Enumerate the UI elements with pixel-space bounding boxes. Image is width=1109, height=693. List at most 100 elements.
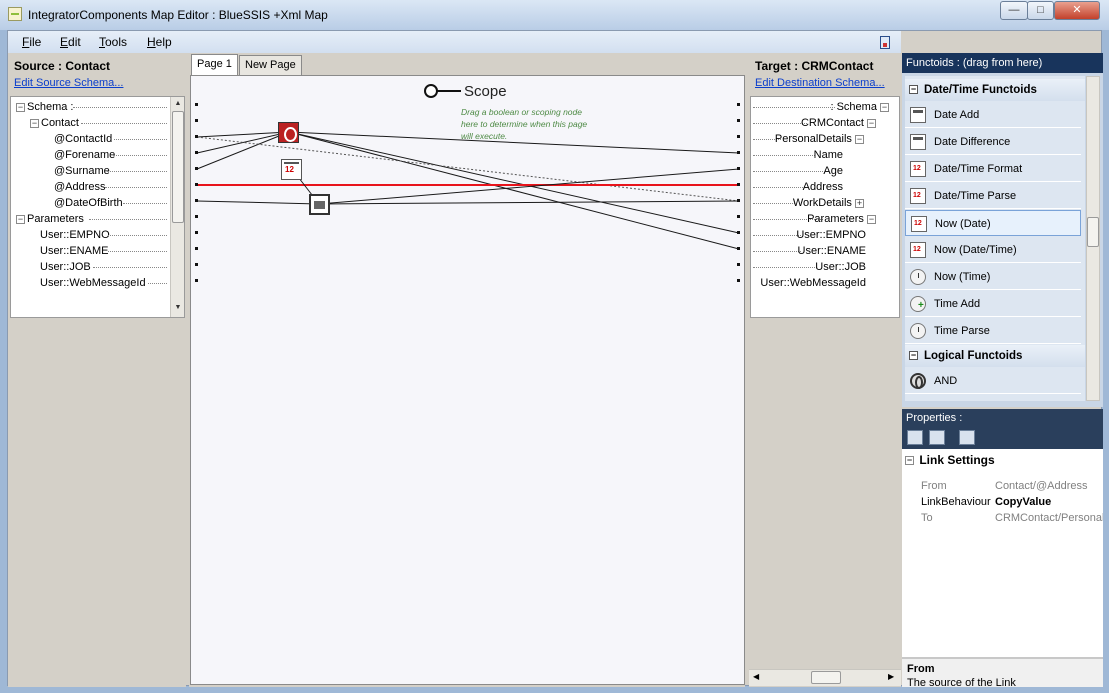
functoid-time-add[interactable]: Time Add — [905, 291, 1081, 317]
collapse-icon[interactable]: − — [867, 214, 876, 224]
functoid-now-time[interactable]: Now (Time) — [905, 264, 1081, 290]
property-from[interactable]: From Contact/@Address — [916, 478, 1103, 494]
source-node-job[interactable]: User::JOB — [40, 259, 91, 275]
collapse-icon[interactable]: − — [905, 456, 914, 466]
link-loop-empno[interactable] — [288, 131, 740, 234]
edit-destination-schema-link[interactable]: Edit Destination Schema... — [755, 77, 885, 89]
target-node-empno[interactable]: User::EMPNO — [796, 227, 866, 243]
looping-functoid-icon[interactable] — [278, 122, 299, 143]
tree-leader — [753, 235, 801, 236]
collapse-icon[interactable]: − — [880, 102, 889, 112]
link-dob-format[interactable] — [196, 200, 320, 205]
target-node-address[interactable]: Address — [803, 179, 843, 195]
categorized-icon[interactable] — [907, 430, 923, 445]
mapper-icon[interactable] — [880, 36, 890, 49]
target-tree: : Schema − CRMContact − PersonalDetails … — [750, 96, 900, 318]
link-contactid-loop[interactable] — [196, 131, 290, 138]
scroll-down-icon[interactable]: ▼ — [172, 302, 184, 314]
source-node-address[interactable]: @Address — [54, 179, 106, 195]
source-node-parameters[interactable]: − Parameters — [16, 211, 84, 227]
target-node-name[interactable]: Name — [814, 147, 843, 163]
property-pages-icon[interactable] — [959, 430, 975, 445]
target-node-parameters[interactable]: Parameters − — [807, 211, 878, 227]
source-node-ename[interactable]: User::ENAME — [40, 243, 108, 259]
close-button[interactable]: ✕ — [1054, 1, 1100, 20]
scroll-left-icon[interactable]: ◀ — [753, 672, 759, 681]
tree-leader — [123, 203, 167, 204]
target-node-age[interactable]: Age — [823, 163, 843, 179]
source-node-empno[interactable]: User::EMPNO — [40, 227, 110, 243]
date-format-functoid-icon[interactable] — [309, 194, 330, 215]
menu-bar: File Edit Tools Help — [8, 31, 901, 53]
menu-edit[interactable]: Edit — [60, 35, 81, 49]
scroll-thumb[interactable] — [811, 671, 841, 684]
collapse-icon[interactable]: − — [855, 134, 864, 144]
property-to[interactable]: To CRMContact/PersonalDetails/Address — [916, 510, 1103, 526]
menu-tools[interactable]: Tools — [99, 35, 127, 49]
functoid-list: − Date/Time Functoids Date Add Date Diff… — [905, 76, 1085, 401]
source-node-surname[interactable]: @Surname — [54, 163, 110, 179]
source-node-forename[interactable]: @Forename — [54, 147, 115, 163]
functoid-date-add[interactable]: Date Add — [905, 102, 1081, 128]
tab-new-page[interactable]: New Page — [239, 55, 302, 75]
source-node-schema[interactable]: − Schema : — [16, 99, 73, 115]
tree-leader — [93, 267, 167, 268]
scroll-right-icon[interactable]: ▶ — [888, 672, 894, 681]
collapse-icon[interactable]: − — [909, 351, 918, 360]
maximize-button[interactable]: □ — [1027, 1, 1054, 20]
category-date-time[interactable]: − Date/Time Functoids — [905, 79, 1085, 101]
functoid-now-date[interactable]: Now (Date) — [905, 210, 1081, 236]
source-node-dateofbirth[interactable]: @DateOfBirth — [54, 195, 123, 211]
target-node-webmessageid[interactable]: User::WebMessageId — [760, 275, 866, 291]
collapse-icon[interactable]: − — [16, 102, 25, 112]
functoid-time-parse[interactable]: Time Parse — [905, 318, 1081, 344]
alphabetical-sort-icon[interactable] — [929, 430, 945, 445]
tab-page-1[interactable]: Page 1 — [191, 54, 238, 75]
functoid-date-time-parse[interactable]: Date/Time Parse — [905, 183, 1081, 209]
functoid-scrollbar[interactable] — [1086, 76, 1100, 401]
source-node-contactid[interactable]: @ContactId — [54, 131, 112, 147]
collapse-icon[interactable]: − — [909, 85, 918, 94]
scroll-thumb[interactable] — [172, 111, 184, 223]
link-settings-category[interactable]: − Link Settings — [905, 453, 995, 467]
source-node-contact[interactable]: − Contact — [30, 115, 79, 131]
calendar-12-icon — [910, 242, 926, 258]
tree-leader — [753, 107, 835, 108]
source-node-webmessageid[interactable]: User::WebMessageId — [40, 275, 146, 291]
link-format-workdetails[interactable] — [318, 200, 740, 205]
link-surname-loop[interactable] — [196, 131, 290, 170]
functoid-date-difference[interactable]: Date Difference — [905, 129, 1081, 155]
tree-leader — [753, 251, 801, 252]
now-date-functoid-icon[interactable] — [281, 159, 302, 180]
target-hscrollbar[interactable]: ◀ ▶ — [749, 669, 901, 686]
category-logical[interactable]: − Logical Functoids — [905, 345, 1085, 367]
link-format-age[interactable] — [318, 168, 740, 205]
minimize-button[interactable]: — — [1000, 1, 1028, 20]
target-node-crmcontact[interactable]: CRMContact − — [801, 115, 878, 131]
collapse-icon[interactable]: − — [16, 214, 25, 224]
target-node-personaldetails[interactable]: PersonalDetails − — [775, 131, 866, 147]
collapse-icon[interactable]: − — [867, 118, 876, 128]
target-node-job[interactable]: User::JOB — [815, 259, 866, 275]
menu-help[interactable]: Help — [147, 35, 172, 49]
scroll-up-icon[interactable]: ▲ — [172, 98, 184, 110]
mapping-canvas[interactable]: Scope Drag a boolean or scoping node her… — [190, 75, 745, 685]
collapse-icon[interactable]: − — [30, 118, 39, 128]
scroll-thumb[interactable] — [1087, 217, 1099, 247]
target-node-ename[interactable]: User::ENAME — [798, 243, 866, 259]
menu-file[interactable]: File — [22, 35, 41, 49]
property-linkbehaviour[interactable]: LinkBehaviour CopyValue — [916, 494, 1103, 510]
functoid-date-time-format[interactable]: Date/Time Format — [905, 156, 1081, 182]
functoids-panel: Functoids : (drag from here) − Date/Time… — [902, 53, 1103, 407]
property-description: From The source of the Link — [902, 657, 1103, 689]
source-scrollbar[interactable]: ▲ ▼ — [170, 97, 184, 317]
functoid-and[interactable]: AND — [905, 368, 1081, 394]
link-forename-loop[interactable] — [196, 131, 290, 154]
target-node-schema[interactable]: : Schema − — [830, 99, 891, 115]
target-node-workdetails[interactable]: WorkDetails + — [793, 195, 866, 211]
scope-connector-icon[interactable] — [424, 84, 438, 98]
edit-source-schema-link[interactable]: Edit Source Schema... — [14, 77, 123, 89]
scope-hint: Drag a boolean or scoping node here to d… — [461, 107, 588, 141]
expand-icon[interactable]: + — [855, 198, 864, 208]
functoid-now-date-time[interactable]: Now (Date/Time) — [905, 237, 1081, 263]
